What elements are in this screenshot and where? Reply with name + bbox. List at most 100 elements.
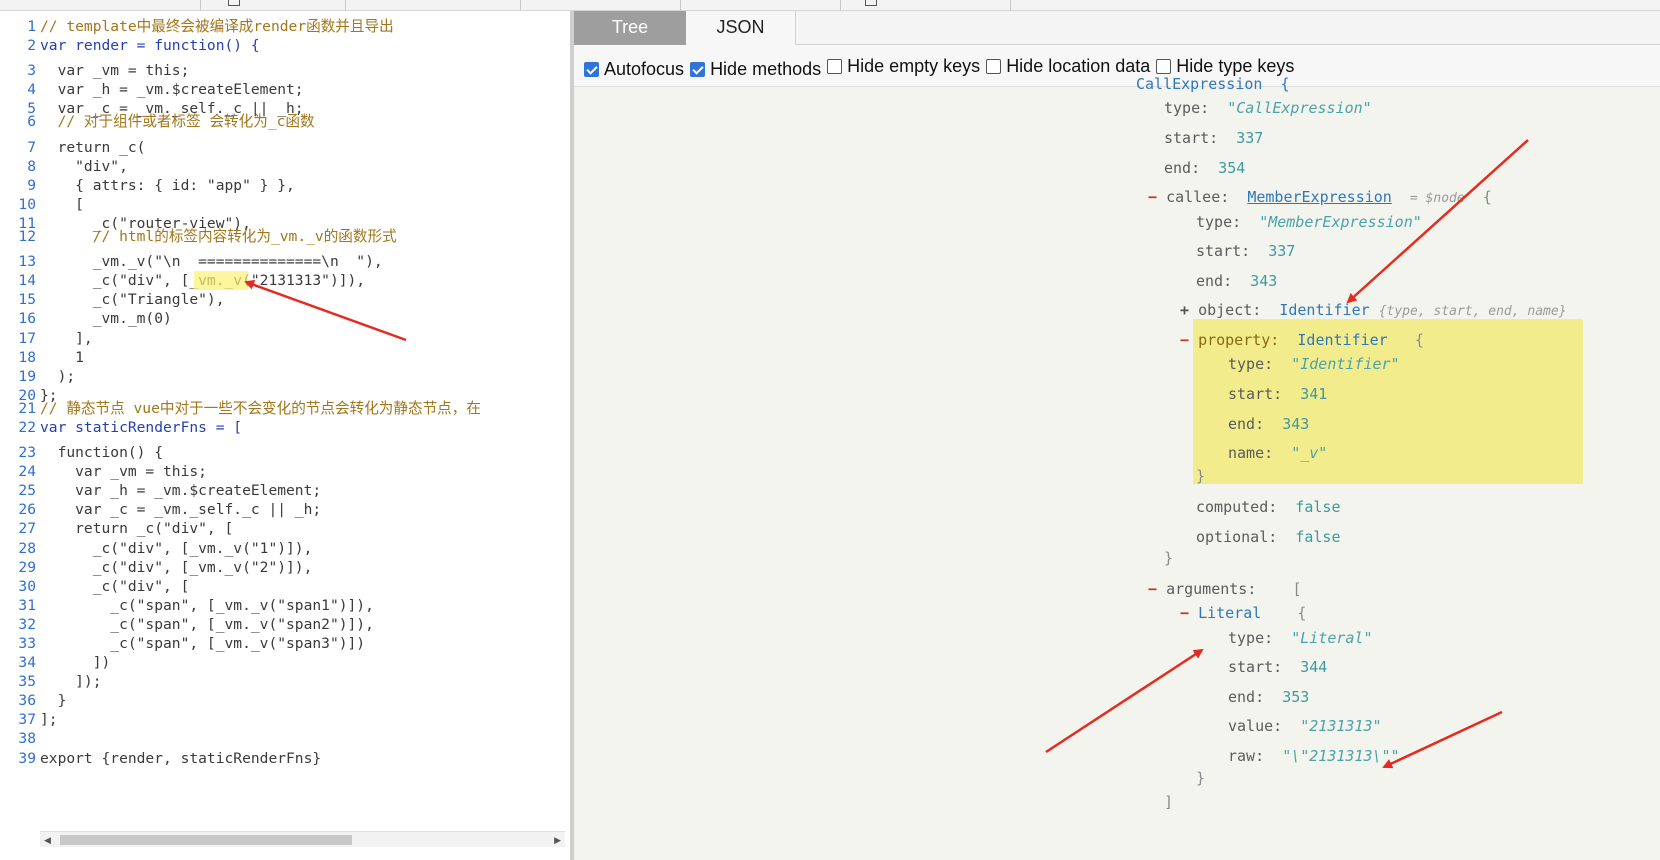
line-number: 28 bbox=[18, 539, 36, 557]
checkbox[interactable] bbox=[827, 58, 843, 74]
line-number: 19 bbox=[18, 367, 36, 385]
line-text: var render = function() { bbox=[40, 37, 260, 55]
checkbox[interactable] bbox=[986, 58, 1002, 74]
line-number: 22 bbox=[18, 418, 36, 436]
tree-node-arguments[interactable]: − arguments: [ bbox=[1148, 578, 1302, 600]
scrollbar-thumb[interactable] bbox=[60, 835, 352, 845]
code-line[interactable]: 32 _c("span", [_vm._v("span2")]), bbox=[0, 615, 570, 634]
line-text: // html的标签内容转化为_vm._v的函数形式 bbox=[40, 228, 397, 246]
code-line[interactable]: 26 var _c = _vm._self._c || _h; bbox=[0, 500, 570, 519]
line-number: 35 bbox=[18, 673, 36, 691]
code-line[interactable]: 14 _c("div", [_vm._v("2131313")]), bbox=[0, 271, 570, 291]
line-number: 25 bbox=[18, 482, 36, 500]
option-hide-location-data[interactable]: Hide location data bbox=[986, 45, 1150, 87]
checkbox[interactable] bbox=[584, 62, 599, 77]
code-line[interactable]: 38 bbox=[0, 729, 570, 748]
option-label: Hide methods bbox=[710, 59, 822, 79]
ast-panel: Tree JSON Autofocus Hide methods Hide empt… bbox=[574, 11, 1660, 860]
tree-node-property[interactable]: − property: Identifier { bbox=[1180, 329, 1424, 351]
code-line[interactable]: 8 "div", bbox=[0, 157, 570, 176]
line-number: 18 bbox=[18, 348, 36, 366]
code-line[interactable]: 9 { attrs: { id: "app" } }, bbox=[0, 176, 570, 195]
line-text: { attrs: { id: "app" } }, bbox=[40, 176, 295, 194]
line-text: var _vm = this; bbox=[40, 463, 207, 481]
code-line[interactable]: 15 _c("Triangle"), bbox=[0, 290, 570, 309]
code-line[interactable]: 33 _c("span", [_vm._v("span3")]) bbox=[0, 634, 570, 653]
code-line[interactable]: 4 var _h = _vm.$createElement; bbox=[0, 80, 570, 99]
collapse-icon[interactable]: − bbox=[1180, 604, 1189, 622]
code-lines: 1// template中最终会被编译成render函数并且导出 2 var ren… bbox=[0, 17, 570, 767]
toolbar-icon[interactable] bbox=[865, 0, 877, 6]
checkbox[interactable] bbox=[690, 62, 706, 77]
line-number: 8 bbox=[27, 157, 36, 175]
line-number: 23 bbox=[18, 444, 36, 462]
collapsed-callexpression-row: CallExpression { bbox=[1136, 75, 1290, 93]
code-line[interactable]: 18 1 bbox=[0, 348, 570, 367]
scroll-right-icon[interactable]: ▶ bbox=[554, 835, 561, 846]
checkbox[interactable] bbox=[1156, 58, 1172, 74]
tree-row-end: end: 353 bbox=[1228, 688, 1310, 706]
line-text: // 静态节点 vue中对于一些不会变化的节点会转化为静态节点，在 bbox=[40, 399, 481, 417]
code-line[interactable]: 7 return _c( bbox=[0, 138, 570, 157]
code-line[interactable]: 27 return _c("div", [ bbox=[0, 519, 570, 538]
code-line[interactable]: 29 _c("div", [_vm._v("2")]), bbox=[0, 558, 570, 577]
tree-options: Autofocus Hide methods Hide empty keys Hide… bbox=[574, 45, 1660, 87]
code-line[interactable]: 3 var _vm = this; bbox=[0, 61, 570, 80]
code-line[interactable]: 24 var _vm = this; bbox=[0, 462, 570, 481]
code-line[interactable]: 31 _c("span", [_vm._v("span1")]), bbox=[0, 596, 570, 615]
horizontal-scrollbar[interactable]: ◀ ▶ bbox=[40, 831, 565, 847]
line-number: 38 bbox=[18, 730, 36, 748]
line-text: var _h = _vm.$createElement; bbox=[40, 81, 304, 99]
code-line[interactable]: 25 var _h = _vm.$createElement; bbox=[0, 481, 570, 500]
code-line[interactable]: 30 _c("div", [ bbox=[0, 577, 570, 596]
tree-node-callee[interactable]: − callee: MemberExpression = $node { bbox=[1148, 186, 1492, 208]
code-line[interactable]: 1// template中最终会被编译成render函数并且导出 bbox=[0, 17, 570, 36]
code-line[interactable]: 6 // 对于组件或者标签 会转化为_c函数 bbox=[0, 112, 570, 131]
code-line[interactable]: 17 ], bbox=[0, 329, 570, 348]
tree-node-literal[interactable]: − Literal { bbox=[1180, 602, 1306, 624]
code-line[interactable]: 28 _c("div", [_vm._v("1")]), bbox=[0, 539, 570, 558]
code-line[interactable]: 36 } bbox=[0, 691, 570, 710]
option-hide-empty-keys[interactable]: Hide empty keys bbox=[827, 45, 980, 87]
tree-row-value: value: "2131313" bbox=[1228, 717, 1382, 735]
code-editor[interactable]: 1// template中最终会被编译成render函数并且导出 2 var ren… bbox=[0, 11, 570, 860]
node-type-link[interactable]: MemberExpression bbox=[1247, 188, 1392, 206]
line-text: } bbox=[40, 692, 67, 710]
scroll-left-icon[interactable]: ◀ bbox=[44, 835, 51, 846]
tab-json[interactable]: JSON bbox=[686, 11, 796, 45]
code-line[interactable]: 37]; bbox=[0, 710, 570, 729]
code-line[interactable]: 39 export {render, staticRenderFns} bbox=[0, 749, 570, 768]
line-number: 6 bbox=[27, 113, 36, 131]
tree-node-object[interactable]: + object: Identifier {type, start, end, … bbox=[1180, 299, 1567, 321]
code-line[interactable]: 22 var staticRenderFns = [ bbox=[0, 418, 570, 437]
toolbar-icon[interactable] bbox=[228, 0, 240, 6]
tree-row-start: start: 341 bbox=[1228, 385, 1328, 403]
code-line[interactable]: 2 var render = function() { bbox=[0, 36, 570, 55]
code-line[interactable]: 23 function() { bbox=[0, 443, 570, 462]
line-text: ]); bbox=[40, 673, 102, 691]
expand-icon[interactable]: + bbox=[1180, 301, 1189, 319]
code-line[interactable]: 12 // html的标签内容转化为_vm._v的函数形式 bbox=[0, 227, 570, 246]
collapse-icon[interactable]: − bbox=[1148, 580, 1157, 598]
line-text: _c("Triangle"), bbox=[40, 291, 225, 309]
tree-row-end: end: 354 bbox=[1164, 159, 1246, 177]
tab-tree[interactable]: Tree bbox=[574, 11, 686, 45]
code-line[interactable]: 16 _vm._m(0) bbox=[0, 309, 570, 328]
option-label: Autofocus bbox=[604, 59, 685, 79]
option-autofocus[interactable]: Autofocus bbox=[584, 49, 684, 91]
code-line[interactable]: 13 _vm._v("\n ==============\n "), bbox=[0, 252, 570, 271]
tree-row-type: type: "MemberExpression" bbox=[1196, 213, 1422, 231]
line-text: [ bbox=[40, 195, 84, 213]
code-line[interactable]: 10 [ bbox=[0, 195, 570, 214]
code-line[interactable]: 35 ]); bbox=[0, 672, 570, 691]
collapse-icon[interactable]: − bbox=[1148, 188, 1157, 206]
collapse-icon[interactable]: − bbox=[1180, 331, 1189, 349]
line-number: 21 bbox=[18, 399, 36, 417]
line-text: return _c("div", [ bbox=[40, 520, 234, 538]
toolbar-separator bbox=[680, 0, 681, 11]
option-hide-methods[interactable]: Hide methods bbox=[690, 49, 821, 91]
option-label: Hide location data bbox=[1006, 55, 1151, 76]
code-line[interactable]: 19 ); bbox=[0, 367, 570, 386]
code-line[interactable]: 21// 静态节点 vue中对于一些不会变化的节点会转化为静态节点，在 bbox=[0, 399, 570, 418]
code-line[interactable]: 34 ]) bbox=[0, 653, 570, 672]
